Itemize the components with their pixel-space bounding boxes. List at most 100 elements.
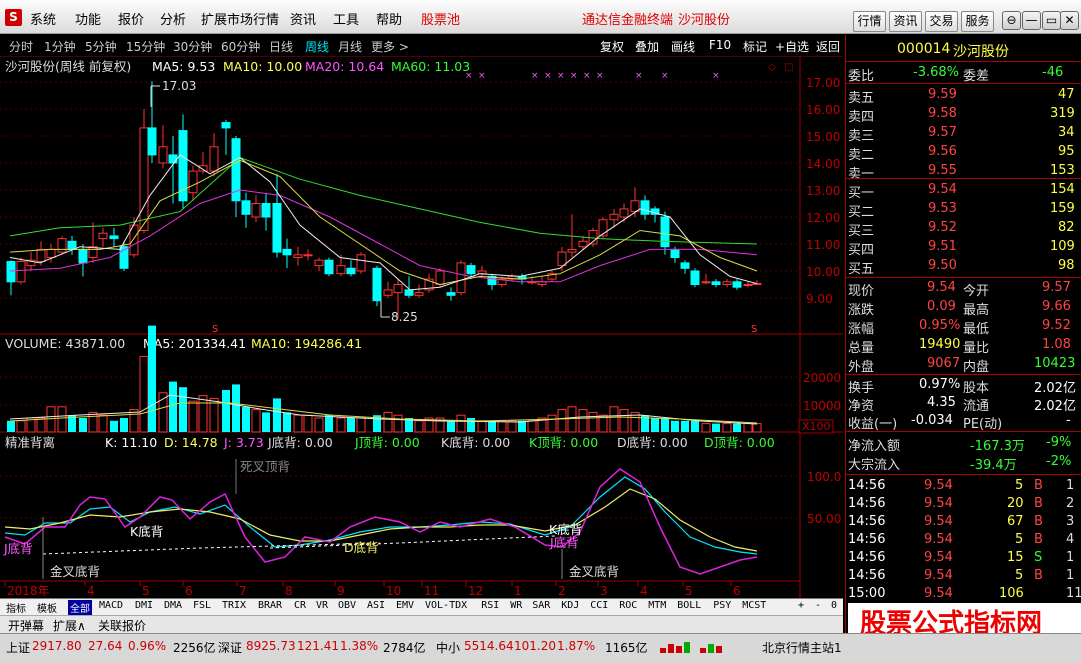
vol-unit: X100 xyxy=(802,420,831,433)
indicator-tab-psy[interactable]: PSY xyxy=(713,600,731,611)
tick-price: 9.54 xyxy=(924,514,953,529)
indicator-tab-kdj[interactable]: KDJ xyxy=(561,600,579,611)
volume-bar xyxy=(36,417,46,433)
indicator-tab-emv[interactable]: EMV xyxy=(396,600,414,611)
candle-body xyxy=(393,284,403,294)
tick-volume: 67 xyxy=(1007,514,1024,529)
volume-bar xyxy=(98,414,108,433)
menu-ext-market[interactable]: 扩展市场行情 xyxy=(201,9,279,28)
ask-label: 卖五 xyxy=(848,91,875,106)
zoom-reset-button[interactable]: 0 xyxy=(831,600,837,611)
tool-back[interactable]: 返回 xyxy=(816,38,840,55)
server-name[interactable]: 北京行情主站1 xyxy=(762,639,842,656)
bottom-bar: 开弹幕 扩展∧ 关联报价 xyxy=(0,615,843,633)
btn-news[interactable]: 资讯 xyxy=(889,11,922,32)
zoom-in-button[interactable]: + xyxy=(798,600,804,611)
menu-tools[interactable]: 工具 xyxy=(333,9,359,28)
menu-help[interactable]: 帮助 xyxy=(376,9,402,28)
sh-label[interactable]: 上证 xyxy=(6,639,30,656)
menu-news[interactable]: 资讯 xyxy=(290,9,316,28)
indicator-tab-fsl[interactable]: FSL xyxy=(193,600,211,611)
stat-label: 涨幅 xyxy=(848,322,875,337)
period-1min[interactable]: 1分钟 xyxy=(44,38,76,55)
indicator-tab-rsi[interactable]: RSI xyxy=(481,600,499,611)
indicator-tab-指标[interactable]: 指标 xyxy=(6,600,26,615)
tick-count: 4 xyxy=(1066,532,1075,547)
indicator-tab-模板[interactable]: 模板 xyxy=(37,600,57,615)
ask-volume: 95 xyxy=(1058,144,1075,159)
zoom-out-button[interactable]: - xyxy=(815,600,821,611)
menu-quote[interactable]: 报价 xyxy=(118,9,144,28)
period-daily[interactable]: 日线 xyxy=(269,38,293,55)
period-60min[interactable]: 60分钟 xyxy=(221,38,260,55)
indicator-tab-roc[interactable]: ROC xyxy=(619,600,637,611)
kline-svg[interactable]: 17.00 16.00 15.00 14.00 13.00 12.00 11.00 10.00… xyxy=(0,57,843,599)
tick-time: 14:56 xyxy=(848,478,886,493)
bid-volume: 109 xyxy=(1050,239,1075,254)
bid-label: 买五 xyxy=(848,262,875,277)
btn-service[interactable]: 服务 xyxy=(961,11,994,32)
app-logo[interactable]: S xyxy=(5,9,22,26)
tool-f10[interactable]: F10 xyxy=(709,38,731,52)
tool-fuquan[interactable]: 复权 xyxy=(600,38,624,55)
period-5min[interactable]: 5分钟 xyxy=(85,38,117,55)
indicator-tab-全部[interactable]: 全部 xyxy=(68,600,92,615)
indicator-tab-cr[interactable]: CR xyxy=(294,600,306,611)
tick-time: 14:56 xyxy=(848,550,886,565)
indicator-tab-trix[interactable]: TRIX xyxy=(222,600,246,611)
candle-body xyxy=(435,270,445,285)
candle-body xyxy=(557,251,567,267)
menu-analysis[interactable]: 分析 xyxy=(160,9,186,28)
restore-icon[interactable]: ⊖ xyxy=(1002,11,1021,30)
tool-draw[interactable]: 画线 xyxy=(671,38,695,55)
danmu-button[interactable]: 开弹幕 xyxy=(8,617,44,634)
indicator-tab-asi[interactable]: ASI xyxy=(367,600,385,611)
indicator-tab-macd[interactable]: MACD xyxy=(99,600,123,611)
indicator-tab-vol-tdx[interactable]: VOL-TDX xyxy=(425,600,467,611)
indicator-tab-brar[interactable]: BRAR xyxy=(258,600,282,611)
tool-mark[interactable]: 标记 xyxy=(743,38,767,55)
related-quote-button[interactable]: 关联报价 xyxy=(98,617,146,634)
indicator-tab-sar[interactable]: SAR xyxy=(532,600,550,611)
zx-label[interactable]: 中小 xyxy=(436,639,460,656)
period-weekly[interactable]: 周线 xyxy=(305,38,329,55)
maximize-icon[interactable]: ▭ xyxy=(1042,11,1061,30)
candle-body xyxy=(188,170,198,194)
candle-body xyxy=(356,254,366,272)
indicator-tab-dma[interactable]: DMA xyxy=(164,600,182,611)
menu-function[interactable]: 功能 xyxy=(75,9,101,28)
tool-overlay[interactable]: 叠加 xyxy=(635,38,659,55)
expand-button[interactable]: 扩展∧ xyxy=(53,617,86,634)
indicator-tab-obv[interactable]: OBV xyxy=(338,600,356,611)
indicator-tab-vr[interactable]: VR xyxy=(316,600,328,611)
anno-k-bottom-a: K底背 xyxy=(130,524,163,539)
indicator-tab-cci[interactable]: CCI xyxy=(590,600,608,611)
period-fenshi[interactable]: 分时 xyxy=(9,38,33,55)
indicator-tab-boll[interactable]: BOLL xyxy=(677,600,701,611)
close-icon[interactable]: ✕ xyxy=(1060,11,1079,30)
tool-add-watch[interactable]: +自选 xyxy=(775,38,809,55)
volume-bar xyxy=(557,409,567,433)
weibi-value: -3.68% xyxy=(913,65,959,80)
indicator-tab-wr[interactable]: WR xyxy=(510,600,522,611)
period-more[interactable]: 更多 > xyxy=(371,38,409,55)
indicator-tab-dmi[interactable]: DMI xyxy=(135,600,153,611)
indicator-tab-mtm[interactable]: MTM xyxy=(648,600,666,611)
indicator-tab-mcst[interactable]: MCST xyxy=(742,600,766,611)
menu-stock-pool[interactable]: 股票池 xyxy=(421,9,460,28)
tick-volume: 106 xyxy=(999,586,1024,601)
period-monthly[interactable]: 月线 xyxy=(338,38,362,55)
main-chart-title: 沙河股份(周线 前复权) xyxy=(5,59,131,74)
chart-area[interactable]: 17.00 16.00 15.00 14.00 13.00 12.00 11.00 10.00… xyxy=(0,57,843,599)
anno-jincha-a: 金叉底背 xyxy=(50,564,100,579)
tick-count: 2 xyxy=(1066,496,1075,511)
sz-label[interactable]: 深证 xyxy=(218,639,242,656)
btn-trade[interactable]: 交易 xyxy=(925,11,958,32)
period-30min[interactable]: 30分钟 xyxy=(173,38,212,55)
btn-quote[interactable]: 行情 xyxy=(853,11,886,32)
period-15min[interactable]: 15分钟 xyxy=(126,38,165,55)
volume-bar xyxy=(567,406,577,433)
menu-system[interactable]: 系统 xyxy=(30,9,56,28)
time-axis-label: 5 xyxy=(685,584,693,598)
minimize-icon[interactable]: — xyxy=(1022,11,1041,30)
